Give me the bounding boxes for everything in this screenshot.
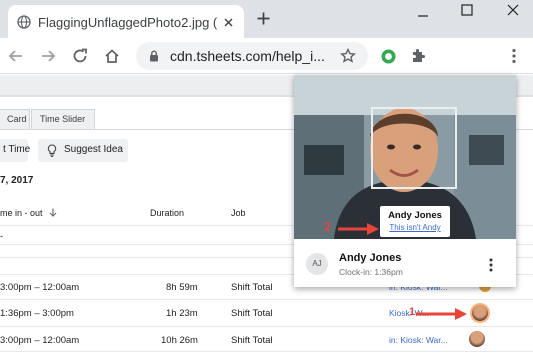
reload-icon[interactable]: [72, 48, 88, 64]
tab-title: FlaggingUnflaggedPhoto2.jpg (5: [38, 15, 218, 30]
browser-tab-bar: FlaggingUnflaggedPhoto2.jpg (5: [0, 0, 533, 38]
row2-duration: 1h 23m: [166, 308, 198, 319]
lock-icon[interactable]: [149, 50, 159, 62]
extension-ring-icon[interactable]: [380, 48, 397, 65]
url-text: cdn.tsheets.com/help_i...: [170, 48, 325, 64]
tab-card[interactable]: Card: [0, 109, 30, 129]
row2-time: 1:36pm – 3:00pm: [0, 308, 74, 319]
person-name: Andy Jones: [339, 252, 402, 264]
minimize-icon[interactable]: [417, 10, 429, 22]
row-line: [0, 326, 533, 327]
annotation-step-2: 2: [324, 220, 331, 234]
photo-popup-card: Andy Jones This isn't Andy AJ Andy Jones…: [294, 75, 516, 287]
row3-duration: 10h 26m: [161, 335, 198, 346]
browser-menu-icon[interactable]: [511, 48, 517, 64]
initials-avatar: AJ: [306, 253, 328, 275]
lightbulb-icon: [47, 144, 57, 157]
browser-toolbar: cdn.tsheets.com/help_i...: [0, 38, 533, 74]
annotation-step-1: 1: [409, 306, 416, 318]
tab-time-slider[interactable]: Time Slider: [31, 109, 95, 129]
date-heading: 7, 2017: [0, 175, 34, 186]
col-job[interactable]: Job: [231, 208, 246, 218]
col-time-in-out[interactable]: me in - out: [0, 208, 57, 218]
time-button[interactable]: t Time: [0, 139, 31, 162]
col-time-in-out-label: me in - out: [0, 208, 43, 218]
address-bar[interactable]: cdn.tsheets.com/help_i...: [136, 42, 368, 70]
row3-location-link[interactable]: in: Kiosk: War...: [389, 335, 448, 345]
suggest-idea-button[interactable]: Suggest Idea: [38, 139, 128, 162]
clock-in-photo: Andy Jones This isn't Andy: [294, 75, 516, 239]
photo-thumbnail-avatar[interactable]: [470, 303, 490, 323]
row-line: [0, 351, 533, 352]
suggest-idea-label: Suggest Idea: [64, 144, 123, 155]
row1-job: Shift Total: [231, 282, 273, 293]
row3-job: Shift Total: [231, 335, 273, 346]
row3-time: 3:00pm – 12:00am: [0, 335, 80, 346]
not-this-person-link[interactable]: This isn't Andy: [380, 223, 450, 232]
bookmark-star-icon[interactable]: [340, 48, 356, 64]
face-label-box: Andy Jones This isn't Andy: [380, 206, 450, 237]
clock-in-time: Clock-in: 1:36pm: [339, 267, 403, 277]
tab-card-label: Card: [7, 114, 27, 124]
face-name: Andy Jones: [388, 210, 442, 221]
tab-close-icon[interactable]: [224, 18, 233, 27]
photo-thumbnail-avatar[interactable]: [469, 331, 485, 347]
col-duration[interactable]: Duration: [150, 208, 184, 218]
browser-tab[interactable]: FlaggingUnflaggedPhoto2.jpg (5: [8, 5, 244, 38]
close-icon[interactable]: [507, 4, 519, 16]
extensions-puzzle-icon[interactable]: [410, 48, 426, 64]
maximize-icon[interactable]: [461, 4, 473, 16]
time-button-label: t Time: [3, 144, 31, 155]
group-placeholder: -: [0, 231, 4, 242]
back-arrow-icon[interactable]: [8, 48, 24, 64]
more-vert-icon[interactable]: [488, 258, 494, 272]
tab-time-slider-label: Time Slider: [40, 114, 86, 124]
home-icon[interactable]: [104, 48, 120, 64]
row2-job: Shift Total: [231, 308, 273, 319]
annotation-arrow-1: [416, 308, 467, 320]
row1-duration: 8h 59m: [166, 282, 198, 293]
annotation-arrow-2: [338, 223, 379, 235]
plus-icon[interactable]: [257, 12, 270, 25]
forward-arrow-icon[interactable]: [40, 48, 56, 64]
row1-time: 3:00pm – 12:00am: [0, 282, 80, 293]
row-line: [0, 299, 533, 300]
globe-icon: [17, 15, 31, 29]
sort-arrow-down-icon: [49, 208, 57, 217]
